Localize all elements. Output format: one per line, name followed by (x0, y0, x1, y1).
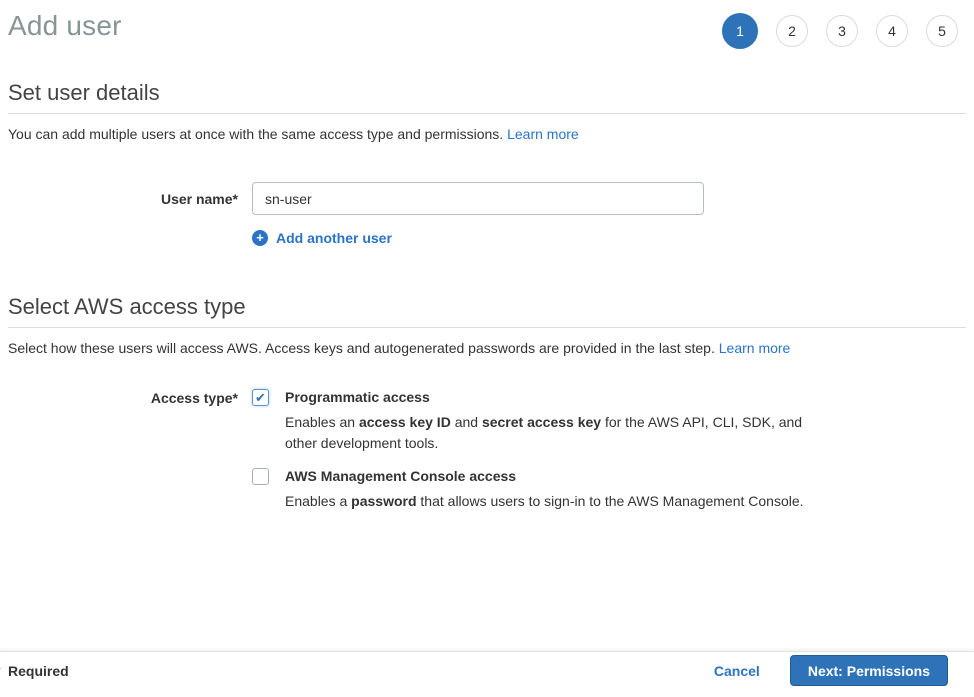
programmatic-access-label: Programmatic access (285, 387, 813, 408)
next-permissions-button[interactable]: Next: Permissions (790, 655, 948, 686)
step-1: 1 (722, 13, 758, 49)
section-user-details: Set user details You can add multiple us… (8, 80, 966, 246)
programmatic-access-description: Enables an access key ID and secret acce… (285, 412, 813, 454)
step-4: 4 (876, 15, 908, 47)
learn-more-link-user-details[interactable]: Learn more (507, 126, 579, 142)
learn-more-link-access-type[interactable]: Learn more (719, 340, 791, 356)
programmatic-access-checkbox[interactable]: ✔ (252, 389, 269, 406)
access-type-heading: Select AWS access type (8, 294, 966, 328)
required-label: Required (8, 663, 69, 679)
user-name-input[interactable] (252, 182, 704, 215)
add-another-user-button[interactable]: + Add another user (252, 230, 392, 246)
option-programmatic-access: ✔ Programmatic access Enables an access … (252, 387, 813, 454)
user-details-heading: Set user details (8, 80, 966, 114)
access-type-description: Select how these users will access AWS. … (8, 338, 966, 358)
add-user-page: Add user 1 2 3 4 5 Set user details You … (0, 0, 974, 524)
step-3: 3 (826, 15, 858, 47)
option-console-access: AWS Management Console access Enables a … (252, 466, 813, 512)
add-another-user-label: Add another user (276, 230, 392, 246)
section-access-type: Select AWS access type Select how these … (8, 294, 966, 523)
user-details-description: You can add multiple users at once with … (8, 124, 966, 144)
access-type-options: ✔ Programmatic access Enables an access … (252, 387, 813, 524)
access-type-label: Access type* (8, 388, 252, 408)
step-indicator: 1 2 3 4 5 (722, 13, 958, 49)
add-another-user-row: + Add another user (252, 229, 966, 246)
step-2: 2 (776, 15, 808, 47)
user-details-description-text: You can add multiple users at once with … (8, 126, 507, 142)
cancel-button[interactable]: Cancel (714, 663, 760, 679)
wizard-footer: * Required Cancel Next: Permissions (0, 651, 974, 697)
user-name-row: User name* (8, 182, 966, 215)
plus-circle-icon: + (252, 230, 268, 246)
access-type-row: Access type* ✔ Programmatic access Enabl… (8, 387, 966, 524)
console-access-checkbox[interactable] (252, 468, 269, 485)
step-5: 5 (926, 15, 958, 47)
user-name-label: User name* (8, 189, 252, 209)
access-type-description-text: Select how these users will access AWS. … (8, 340, 719, 356)
console-access-label: AWS Management Console access (285, 466, 804, 487)
console-access-description: Enables a password that allows users to … (285, 491, 804, 512)
